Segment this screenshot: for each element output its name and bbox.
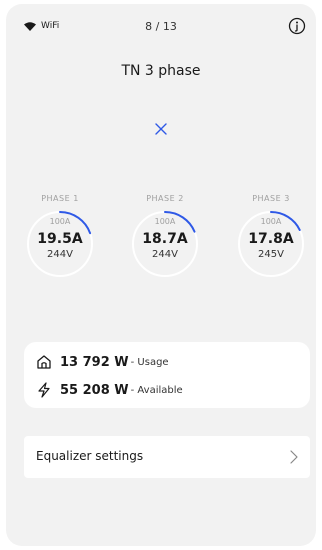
phase-2: PHASE 2 100A 18.7A 244V bbox=[130, 194, 200, 279]
screen: WiFi 8 / 13 TN 3 phase PHASE 1 100A 19.5… bbox=[6, 4, 316, 546]
usage-row: 13 792 W - Usage bbox=[36, 354, 169, 370]
phase-voltage: 245V bbox=[258, 249, 284, 260]
page-title: TN 3 phase bbox=[121, 63, 201, 79]
power-summary-card: 13 792 W - Usage 55 208 W - Available bbox=[24, 342, 310, 408]
chevron-right-icon bbox=[290, 450, 298, 464]
close-icon[interactable] bbox=[154, 122, 168, 136]
usage-value: 13 792 W bbox=[60, 354, 129, 370]
phase-voltage: 244V bbox=[47, 249, 73, 260]
phase-label: PHASE 1 bbox=[41, 194, 79, 203]
phase-gauge: 100A 19.5A 244V bbox=[25, 209, 95, 279]
available-row: 55 208 W - Available bbox=[36, 382, 183, 398]
phase-label: PHASE 2 bbox=[146, 194, 184, 203]
status-bar: WiFi 8 / 13 bbox=[6, 4, 316, 48]
available-label: - Available bbox=[130, 384, 183, 396]
phase-current: 17.8A bbox=[248, 231, 294, 247]
lightning-icon bbox=[38, 382, 50, 398]
info-icon[interactable] bbox=[288, 17, 306, 35]
page-counter: 8 / 13 bbox=[145, 20, 177, 33]
phase-voltage: 244V bbox=[152, 249, 178, 260]
phase-current: 19.5A bbox=[37, 231, 83, 247]
phase-current: 18.7A bbox=[142, 231, 188, 247]
equalizer-settings-label: Equalizer settings bbox=[36, 449, 144, 463]
phase-max: 100A bbox=[49, 217, 71, 226]
phase-gauge: 100A 17.8A 245V bbox=[236, 209, 306, 279]
available-value: 55 208 W bbox=[60, 382, 129, 398]
equalizer-settings-button[interactable]: Equalizer settings bbox=[24, 436, 310, 478]
phase-3: PHASE 3 100A 17.8A 245V bbox=[236, 194, 306, 279]
phase-max: 100A bbox=[260, 217, 282, 226]
phase-label: PHASE 3 bbox=[252, 194, 290, 203]
usage-label: - Usage bbox=[130, 356, 169, 368]
home-icon bbox=[37, 355, 51, 369]
phase-max: 100A bbox=[154, 217, 176, 226]
phase-gauge: 100A 18.7A 244V bbox=[130, 209, 200, 279]
phase-1: PHASE 1 100A 19.5A 244V bbox=[25, 194, 95, 279]
